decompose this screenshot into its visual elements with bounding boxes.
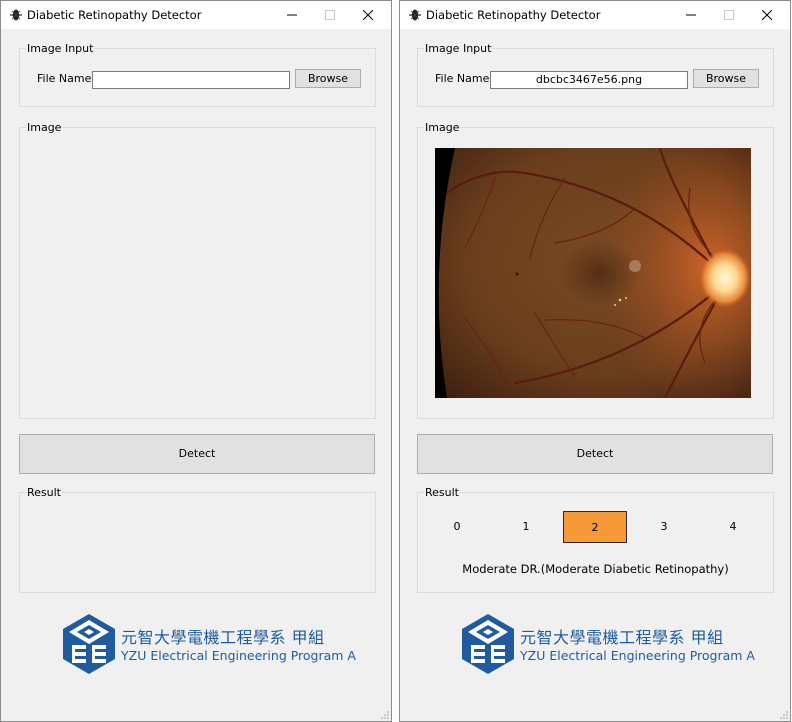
yzu-logo-icon xyxy=(63,614,115,674)
severity-level-2-selected: 2 xyxy=(563,511,627,543)
maximize-button[interactable] xyxy=(710,1,748,29)
image-input-group: Image Input File Name: dbcbc3467e56.png … xyxy=(417,42,774,107)
file-name-label: File Name: xyxy=(435,72,494,85)
detect-button[interactable]: Detect xyxy=(417,434,773,474)
detect-button[interactable]: Detect xyxy=(19,434,375,474)
resize-grip-icon[interactable] xyxy=(381,711,389,719)
severity-level-4: 4 xyxy=(729,520,737,533)
image-group: Image xyxy=(417,121,774,419)
logo-chinese-text: 元智大學電機工程學系 甲組 xyxy=(121,628,325,647)
severity-level-3: 3 xyxy=(660,520,668,533)
app-feather-icon xyxy=(409,9,421,21)
app-window-result: Diabetic Retinopathy Detector Image Inpu… xyxy=(399,0,791,722)
logo-english-text: YZU Electrical Engineering Program A xyxy=(520,648,755,663)
title-bar[interactable]: Diabetic Retinopathy Detector xyxy=(1,1,391,29)
result-legend: Result xyxy=(26,486,62,499)
severity-level-1: 1 xyxy=(522,520,530,533)
app-window-empty: Diabetic Retinopathy Detector Image Inpu… xyxy=(0,0,392,722)
browse-button[interactable]: Browse xyxy=(693,69,759,88)
image-legend: Image xyxy=(26,121,63,134)
result-group: Result 0 1 2 3 4 Moderate DR.(Moderate D… xyxy=(417,486,774,593)
image-input-legend: Image Input xyxy=(424,42,493,55)
close-button[interactable] xyxy=(748,1,786,29)
close-icon xyxy=(762,10,772,20)
maximize-button[interactable] xyxy=(311,1,349,29)
result-diagnosis-text: Moderate DR.(Moderate Diabetic Retinopat… xyxy=(462,562,729,576)
maximize-icon xyxy=(325,10,335,20)
minimize-button[interactable] xyxy=(672,1,710,29)
image-legend: Image xyxy=(424,121,461,134)
close-icon xyxy=(363,10,373,20)
resize-grip-icon[interactable] xyxy=(780,711,788,719)
file-name-input[interactable] xyxy=(92,71,290,89)
image-input-group: Image Input File Name: Browse xyxy=(19,42,376,107)
file-name-input[interactable]: dbcbc3467e56.png xyxy=(490,71,688,89)
close-button[interactable] xyxy=(349,1,387,29)
app-feather-icon xyxy=(10,9,22,21)
result-group: Result xyxy=(19,486,376,593)
university-logo: 元智大學電機工程學系 甲組 YZU Electrical Engineering… xyxy=(460,612,760,678)
image-group: Image xyxy=(19,121,376,419)
window-title: Diabetic Retinopathy Detector xyxy=(426,8,601,22)
result-legend: Result xyxy=(424,486,460,499)
title-bar[interactable]: Diabetic Retinopathy Detector xyxy=(400,1,790,29)
minimize-icon xyxy=(686,14,696,16)
retina-fundus-image xyxy=(435,148,751,398)
maximize-icon xyxy=(724,10,734,20)
minimize-icon xyxy=(287,14,297,16)
university-logo: 元智大學電機工程學系 甲組 YZU Electrical Engineering… xyxy=(61,612,361,678)
minimize-button[interactable] xyxy=(273,1,311,29)
window-title: Diabetic Retinopathy Detector xyxy=(27,8,202,22)
yzu-logo-icon xyxy=(462,614,514,674)
logo-chinese-text: 元智大學電機工程學系 甲組 xyxy=(520,628,724,647)
severity-level-0: 0 xyxy=(453,520,461,533)
logo-english-text: YZU Electrical Engineering Program A xyxy=(121,648,356,663)
file-name-label: File Name: xyxy=(37,72,96,85)
image-input-legend: Image Input xyxy=(26,42,95,55)
browse-button[interactable]: Browse xyxy=(295,69,361,88)
